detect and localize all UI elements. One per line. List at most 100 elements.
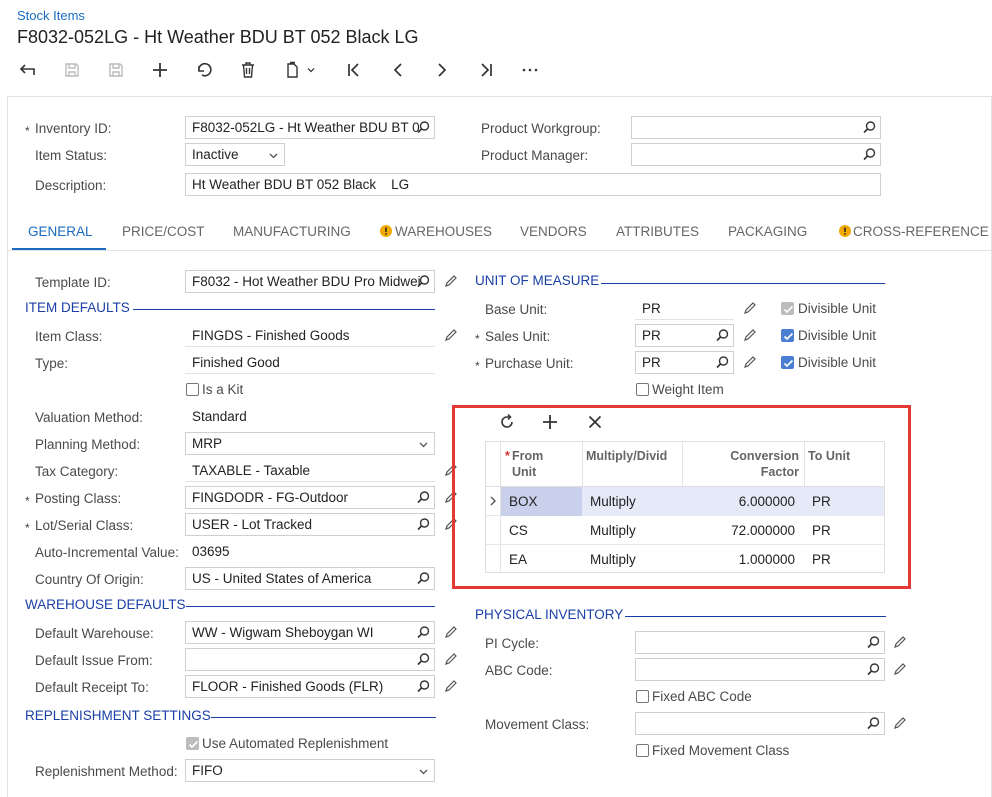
- weight-item-label: Weight Item: [652, 382, 724, 397]
- delete-icon[interactable]: [236, 59, 260, 81]
- search-icon[interactable]: [416, 274, 431, 289]
- pi-cycle-field[interactable]: [635, 631, 885, 654]
- edit-pencil-icon[interactable]: [742, 355, 757, 370]
- search-icon[interactable]: [416, 517, 431, 532]
- purchase-unit-field[interactable]: PR: [635, 351, 734, 374]
- edit-pencil-icon[interactable]: [443, 625, 458, 640]
- search-icon[interactable]: [416, 120, 431, 135]
- sales-divisible-checkbox[interactable]: [781, 329, 794, 342]
- warning-icon: [839, 225, 851, 237]
- default-receipt-to-field[interactable]: FLOOR - Finished Goods (FLR): [185, 675, 435, 698]
- search-icon[interactable]: [715, 328, 730, 343]
- edit-pencil-icon[interactable]: [892, 716, 907, 731]
- tab-cross-reference[interactable]: CROSS-REFERENCE: [853, 224, 989, 239]
- copy-paste-icon[interactable]: [280, 59, 304, 81]
- fixed-movement-class-checkbox[interactable]: [636, 744, 649, 757]
- tab-warehouses[interactable]: WAREHOUSES: [395, 224, 492, 239]
- breadcrumb[interactable]: Stock Items: [17, 8, 85, 23]
- add-icon[interactable]: [148, 59, 172, 81]
- grid-cell-to-unit[interactable]: PR: [812, 552, 831, 567]
- grid-cell-to-unit[interactable]: PR: [812, 494, 831, 509]
- edit-pencil-icon[interactable]: [443, 328, 458, 343]
- tab-attributes[interactable]: ATTRIBUTES: [616, 224, 699, 239]
- edit-pencil-icon[interactable]: [742, 301, 757, 316]
- movement-class-field[interactable]: [635, 712, 885, 735]
- grid-cell-multiply[interactable]: Multiply: [590, 552, 636, 567]
- grid-cell-from[interactable]: BOX: [509, 494, 538, 509]
- refresh-icon[interactable]: [498, 413, 516, 431]
- inventory-id-field[interactable]: F8032-052LG - Ht Weather BDU BT 0: [185, 116, 435, 139]
- description-field[interactable]: Ht Weather BDU BT 052 Black LG: [185, 173, 881, 196]
- search-icon[interactable]: [416, 679, 431, 694]
- grid-col-from[interactable]: From: [512, 448, 543, 464]
- product-workgroup-field[interactable]: [631, 116, 881, 139]
- search-icon[interactable]: [866, 662, 881, 677]
- search-icon[interactable]: [416, 571, 431, 586]
- more-icon[interactable]: [518, 59, 542, 81]
- chevron-down-icon[interactable]: [304, 59, 318, 81]
- grid-col-conversion[interactable]: Conversion: [686, 448, 799, 464]
- grid-cell-conversion[interactable]: 1.000000: [686, 552, 795, 567]
- edit-pencil-icon[interactable]: [443, 679, 458, 694]
- grid-col-to-unit[interactable]: To Unit: [808, 448, 850, 464]
- default-issue-from-field[interactable]: [185, 648, 435, 671]
- edit-pencil-icon[interactable]: [742, 328, 757, 343]
- grid-cell-to-unit[interactable]: PR: [812, 523, 831, 538]
- search-icon[interactable]: [715, 355, 730, 370]
- previous-record-icon[interactable]: [386, 59, 410, 81]
- template-id-field[interactable]: F8032 - Hot Weather BDU Pro Midwei: [185, 270, 435, 293]
- edit-pencil-icon[interactable]: [443, 652, 458, 667]
- add-row-icon[interactable]: [541, 413, 559, 431]
- tab-general[interactable]: GENERAL: [28, 224, 93, 239]
- grid-cell-conversion[interactable]: 6.000000: [686, 494, 795, 509]
- default-warehouse-value: WW - Wigwam Sheboygan WI: [192, 625, 374, 640]
- default-warehouse-field[interactable]: WW - Wigwam Sheboygan WI: [185, 621, 435, 644]
- sales-divisible-label: Divisible Unit: [798, 328, 877, 343]
- posting-class-field[interactable]: FINGDODR - FG-Outdoor: [185, 486, 435, 509]
- is-kit-checkbox[interactable]: [186, 383, 199, 396]
- delete-row-icon[interactable]: [586, 413, 604, 431]
- purchase-divisible-checkbox[interactable]: [781, 356, 794, 369]
- search-icon[interactable]: [862, 120, 877, 135]
- grid-cell-conversion[interactable]: 72.000000: [686, 523, 795, 538]
- fixed-abc-code-checkbox[interactable]: [636, 690, 649, 703]
- search-icon[interactable]: [416, 490, 431, 505]
- product-manager-field[interactable]: [631, 143, 881, 166]
- auto-incremental-value: 03695: [192, 544, 230, 559]
- base-divisible-checkbox[interactable]: [781, 302, 794, 315]
- search-icon[interactable]: [416, 625, 431, 640]
- sales-unit-field[interactable]: PR: [635, 324, 734, 347]
- search-icon[interactable]: [866, 716, 881, 731]
- tab-vendors[interactable]: VENDORS: [520, 224, 587, 239]
- use-automated-replenishment-checkbox[interactable]: [186, 737, 199, 750]
- planning-method-select[interactable]: MRP: [185, 432, 435, 455]
- tab-price-cost[interactable]: PRICE/COST: [122, 224, 205, 239]
- item-status-select[interactable]: Inactive: [185, 143, 285, 166]
- grid-cell-multiply[interactable]: Multiply: [590, 523, 636, 538]
- weight-item-checkbox[interactable]: [636, 383, 649, 396]
- replenishment-method-select[interactable]: FIFO: [185, 759, 435, 782]
- fixed-movement-class-label: Fixed Movement Class: [652, 743, 790, 758]
- sales-unit-value: PR: [642, 328, 661, 343]
- abc-code-field[interactable]: [635, 658, 885, 681]
- tax-category-label: Tax Category:: [35, 464, 119, 479]
- grid-cell-from[interactable]: CS: [509, 523, 528, 538]
- grid-cell-from[interactable]: EA: [509, 552, 527, 567]
- grid-cell-multiply[interactable]: Multiply: [590, 494, 636, 509]
- tab-manufacturing[interactable]: MANUFACTURING: [233, 224, 351, 239]
- undo-icon[interactable]: [192, 59, 216, 81]
- next-record-icon[interactable]: [430, 59, 454, 81]
- lot-serial-class-field[interactable]: USER - Lot Tracked: [185, 513, 435, 536]
- search-icon[interactable]: [866, 635, 881, 650]
- edit-pencil-icon[interactable]: [892, 662, 907, 677]
- back-icon[interactable]: [16, 59, 40, 81]
- last-record-icon[interactable]: [474, 59, 498, 81]
- edit-pencil-icon[interactable]: [443, 274, 458, 289]
- first-record-icon[interactable]: [342, 59, 366, 81]
- edit-pencil-icon[interactable]: [892, 635, 907, 650]
- tab-packaging[interactable]: PACKAGING: [728, 224, 807, 239]
- search-icon[interactable]: [416, 652, 431, 667]
- search-icon[interactable]: [862, 147, 877, 162]
- country-of-origin-field[interactable]: US - United States of America: [185, 567, 435, 590]
- grid-col-multiply[interactable]: Multiply/Divid: [586, 448, 667, 464]
